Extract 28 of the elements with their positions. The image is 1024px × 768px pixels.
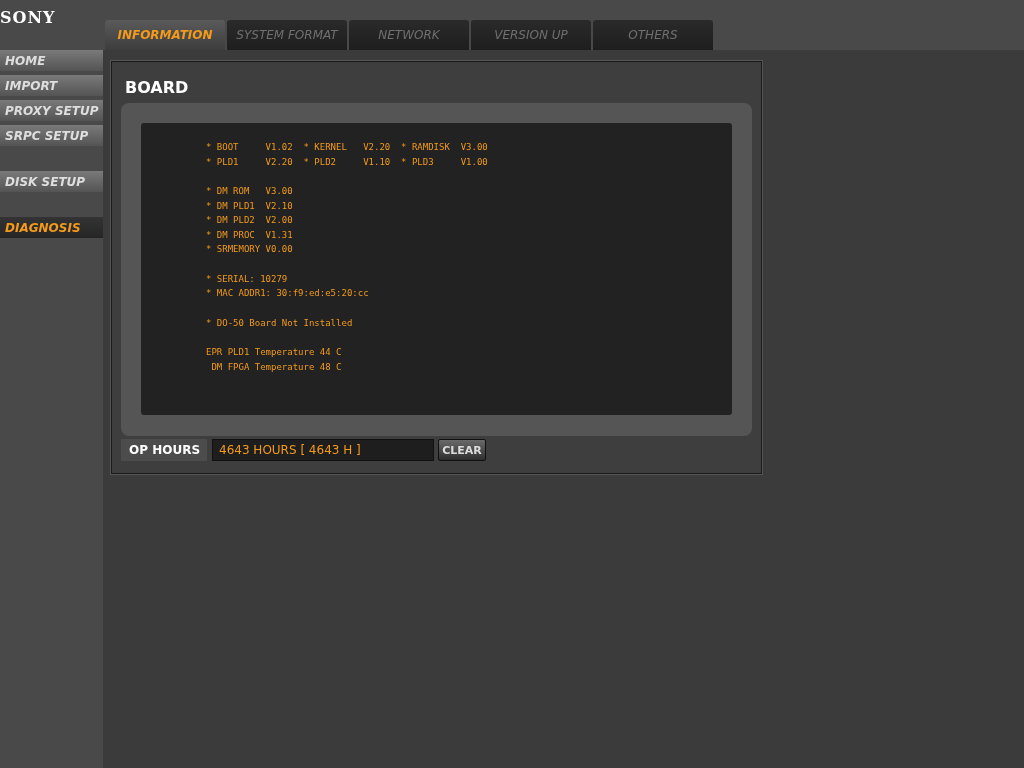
op-hours-field[interactable]: 4643 HOURS [ 4643 H ] (212, 439, 434, 461)
console-line: EPR PLD1 Temperature 44 C (206, 346, 343, 359)
sony-logo: SONY (0, 7, 57, 27)
console-line: * DM PLD2 V2.00 (206, 214, 294, 227)
console-line: * SRMEMORY V0.00 (206, 243, 294, 256)
tab[interactable]: VERSION UP (471, 20, 591, 50)
console-line: DM FPGA Temperature 48 C (210, 360, 343, 374)
console-line: * BOOT V1.02 * KERNEL V2.20 * RAMDISK V3.00 (206, 141, 489, 154)
clear-button[interactable]: CLEAR (438, 439, 486, 461)
tab[interactable]: OTHERS (593, 20, 713, 50)
console-line: * DO-50 Board Not Installed (206, 316, 354, 330)
console-line: * MAC ADDR1: 30:f9:ed:e5:20:cc (206, 287, 370, 300)
tab[interactable]: SYSTEM FORMAT (227, 20, 347, 50)
console-line: * PLD1 V2.20 * PLD2 V1.10 * PLD3 V1.00 (206, 155, 489, 169)
sidebar-item[interactable]: DIAGNOSIS (0, 217, 103, 238)
tab[interactable]: NETWORK (349, 20, 469, 50)
sidebar-item[interactable]: DISK SETUP (0, 171, 103, 192)
console-line: * DM PLD1 V2.10 (206, 199, 294, 213)
sidebar-item[interactable]: IMPORT (0, 75, 103, 96)
sidebar-item[interactable]: PROXY SETUP (0, 100, 103, 121)
console-line: * SERIAL: 10279 (206, 272, 289, 286)
panel-title: BOARD (125, 78, 190, 97)
tab[interactable]: INFORMATION (105, 20, 225, 50)
console-line: * DM ROM V3.00 (206, 185, 294, 198)
sidebar-item[interactable]: SRPC SETUP (0, 125, 103, 146)
op-hours-label: OP HOURS (121, 439, 207, 461)
console-line: * DM PROC V1.31 (206, 228, 294, 242)
sidebar-item[interactable]: HOME (0, 50, 103, 71)
